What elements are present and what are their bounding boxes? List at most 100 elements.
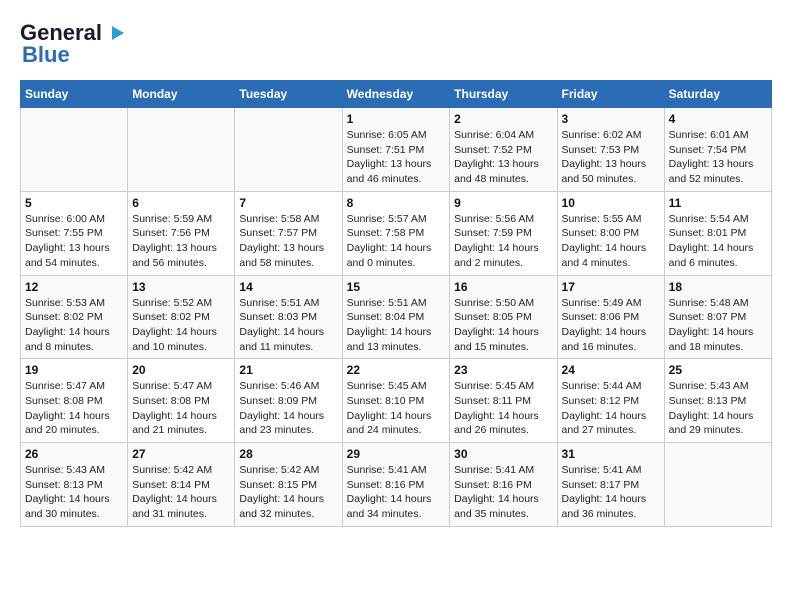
day-cell-3-7: 18 Sunrise: 5:48 AM Sunset: 8:07 PM Dayli…	[664, 275, 771, 359]
day-number: 19	[25, 363, 123, 377]
day-number: 22	[347, 363, 446, 377]
day-cell-5-2: 27 Sunrise: 5:42 AM Sunset: 8:14 PM Dayli…	[128, 443, 235, 527]
day-number: 25	[669, 363, 767, 377]
day-cell-4-7: 25 Sunrise: 5:43 AM Sunset: 8:13 PM Dayli…	[664, 359, 771, 443]
day-info: Sunrise: 5:51 AM Sunset: 8:03 PM Dayligh…	[239, 296, 337, 355]
day-cell-4-4: 22 Sunrise: 5:45 AM Sunset: 8:10 PM Dayli…	[342, 359, 450, 443]
day-cell-1-7: 4 Sunrise: 6:01 AM Sunset: 7:54 PM Daylig…	[664, 108, 771, 192]
day-info: Sunrise: 5:56 AM Sunset: 7:59 PM Dayligh…	[454, 212, 552, 271]
day-cell-5-7	[664, 443, 771, 527]
day-info: Sunrise: 5:47 AM Sunset: 8:08 PM Dayligh…	[25, 379, 123, 438]
day-info: Sunrise: 5:43 AM Sunset: 8:13 PM Dayligh…	[669, 379, 767, 438]
day-info: Sunrise: 5:54 AM Sunset: 8:01 PM Dayligh…	[669, 212, 767, 271]
day-number: 12	[25, 280, 123, 294]
day-number: 30	[454, 447, 552, 461]
day-number: 29	[347, 447, 446, 461]
day-info: Sunrise: 5:55 AM Sunset: 8:00 PM Dayligh…	[562, 212, 660, 271]
day-info: Sunrise: 6:00 AM Sunset: 7:55 PM Dayligh…	[25, 212, 123, 271]
day-number: 31	[562, 447, 660, 461]
day-number: 21	[239, 363, 337, 377]
day-cell-1-2	[128, 108, 235, 192]
week-row-1: 1Sunrise: 6:05 AM Sunset: 7:51 PM Daylig…	[21, 108, 772, 192]
column-header-monday: Monday	[128, 81, 235, 108]
day-info: Sunrise: 6:04 AM Sunset: 7:52 PM Dayligh…	[454, 128, 552, 187]
day-number: 13	[132, 280, 230, 294]
calendar-body: 1Sunrise: 6:05 AM Sunset: 7:51 PM Daylig…	[21, 108, 772, 527]
day-cell-4-6: 24Sunrise: 5:44 AM Sunset: 8:12 PM Dayli…	[557, 359, 664, 443]
day-info: Sunrise: 5:48 AM Sunset: 8:07 PM Dayligh…	[669, 296, 767, 355]
day-info: Sunrise: 5:52 AM Sunset: 8:02 PM Dayligh…	[132, 296, 230, 355]
day-cell-2-3: 7Sunrise: 5:58 AM Sunset: 7:57 PM Daylig…	[235, 191, 342, 275]
week-row-4: 19 Sunrise: 5:47 AM Sunset: 8:08 PM Dayli…	[21, 359, 772, 443]
day-cell-1-6: 3 Sunrise: 6:02 AM Sunset: 7:53 PM Daylig…	[557, 108, 664, 192]
day-cell-2-4: 8 Sunrise: 5:57 AM Sunset: 7:58 PM Daylig…	[342, 191, 450, 275]
day-number: 15	[347, 280, 446, 294]
day-info: Sunrise: 6:02 AM Sunset: 7:53 PM Dayligh…	[562, 128, 660, 187]
day-info: Sunrise: 5:41 AM Sunset: 8:16 PM Dayligh…	[454, 463, 552, 522]
day-number: 23	[454, 363, 552, 377]
page-header: General Blue	[20, 20, 772, 68]
day-info: Sunrise: 5:41 AM Sunset: 8:16 PM Dayligh…	[347, 463, 446, 522]
column-header-tuesday: Tuesday	[235, 81, 342, 108]
day-number: 10	[562, 196, 660, 210]
day-cell-3-5: 16Sunrise: 5:50 AM Sunset: 8:05 PM Dayli…	[450, 275, 557, 359]
day-cell-4-5: 23 Sunrise: 5:45 AM Sunset: 8:11 PM Dayli…	[450, 359, 557, 443]
day-info: Sunrise: 6:05 AM Sunset: 7:51 PM Dayligh…	[347, 128, 446, 187]
column-header-friday: Friday	[557, 81, 664, 108]
day-number: 18	[669, 280, 767, 294]
day-info: Sunrise: 5:44 AM Sunset: 8:12 PM Dayligh…	[562, 379, 660, 438]
day-cell-4-1: 19 Sunrise: 5:47 AM Sunset: 8:08 PM Dayli…	[21, 359, 128, 443]
day-number: 27	[132, 447, 230, 461]
day-cell-5-5: 30 Sunrise: 5:41 AM Sunset: 8:16 PM Dayli…	[450, 443, 557, 527]
day-number: 17	[562, 280, 660, 294]
day-cell-1-1	[21, 108, 128, 192]
day-number: 9	[454, 196, 552, 210]
day-cell-2-7: 11 Sunrise: 5:54 AM Sunset: 8:01 PM Dayli…	[664, 191, 771, 275]
day-number: 20	[132, 363, 230, 377]
day-number: 16	[454, 280, 552, 294]
day-info: Sunrise: 6:01 AM Sunset: 7:54 PM Dayligh…	[669, 128, 767, 187]
day-info: Sunrise: 5:51 AM Sunset: 8:04 PM Dayligh…	[347, 296, 446, 355]
week-row-5: 26 Sunrise: 5:43 AM Sunset: 8:13 PM Dayli…	[21, 443, 772, 527]
day-cell-3-4: 15 Sunrise: 5:51 AM Sunset: 8:04 PM Dayli…	[342, 275, 450, 359]
day-number: 4	[669, 112, 767, 126]
column-header-thursday: Thursday	[450, 81, 557, 108]
day-number: 28	[239, 447, 337, 461]
day-number: 14	[239, 280, 337, 294]
day-info: Sunrise: 5:45 AM Sunset: 8:11 PM Dayligh…	[454, 379, 552, 438]
day-number: 11	[669, 196, 767, 210]
day-cell-3-1: 12 Sunrise: 5:53 AM Sunset: 8:02 PM Dayli…	[21, 275, 128, 359]
day-cell-5-6: 31 Sunrise: 5:41 AM Sunset: 8:17 PM Dayli…	[557, 443, 664, 527]
day-info: Sunrise: 5:42 AM Sunset: 8:14 PM Dayligh…	[132, 463, 230, 522]
day-cell-3-6: 17 Sunrise: 5:49 AM Sunset: 8:06 PM Dayli…	[557, 275, 664, 359]
day-info: Sunrise: 5:53 AM Sunset: 8:02 PM Dayligh…	[25, 296, 123, 355]
day-info: Sunrise: 5:49 AM Sunset: 8:06 PM Dayligh…	[562, 296, 660, 355]
day-info: Sunrise: 5:43 AM Sunset: 8:13 PM Dayligh…	[25, 463, 123, 522]
day-cell-2-5: 9 Sunrise: 5:56 AM Sunset: 7:59 PM Daylig…	[450, 191, 557, 275]
day-number: 6	[132, 196, 230, 210]
day-info: Sunrise: 5:46 AM Sunset: 8:09 PM Dayligh…	[239, 379, 337, 438]
day-info: Sunrise: 5:45 AM Sunset: 8:10 PM Dayligh…	[347, 379, 446, 438]
day-cell-1-4: 1Sunrise: 6:05 AM Sunset: 7:51 PM Daylig…	[342, 108, 450, 192]
day-cell-3-3: 14 Sunrise: 5:51 AM Sunset: 8:03 PM Dayli…	[235, 275, 342, 359]
day-cell-4-2: 20Sunrise: 5:47 AM Sunset: 8:08 PM Dayli…	[128, 359, 235, 443]
day-number: 5	[25, 196, 123, 210]
week-row-3: 12 Sunrise: 5:53 AM Sunset: 8:02 PM Dayli…	[21, 275, 772, 359]
day-info: Sunrise: 5:59 AM Sunset: 7:56 PM Dayligh…	[132, 212, 230, 271]
day-info: Sunrise: 5:41 AM Sunset: 8:17 PM Dayligh…	[562, 463, 660, 522]
day-cell-2-6: 10 Sunrise: 5:55 AM Sunset: 8:00 PM Dayli…	[557, 191, 664, 275]
day-number: 3	[562, 112, 660, 126]
day-info: Sunrise: 5:57 AM Sunset: 7:58 PM Dayligh…	[347, 212, 446, 271]
day-info: Sunrise: 5:42 AM Sunset: 8:15 PM Dayligh…	[239, 463, 337, 522]
column-header-sunday: Sunday	[21, 81, 128, 108]
day-cell-2-1: 5 Sunrise: 6:00 AM Sunset: 7:55 PM Daylig…	[21, 191, 128, 275]
day-cell-1-5: 2Sunrise: 6:04 AM Sunset: 7:52 PM Daylig…	[450, 108, 557, 192]
logo: General Blue	[20, 20, 126, 68]
day-number: 8	[347, 196, 446, 210]
week-row-2: 5 Sunrise: 6:00 AM Sunset: 7:55 PM Daylig…	[21, 191, 772, 275]
day-number: 26	[25, 447, 123, 461]
day-cell-5-1: 26 Sunrise: 5:43 AM Sunset: 8:13 PM Dayli…	[21, 443, 128, 527]
day-cell-1-3	[235, 108, 342, 192]
day-cell-5-3: 28 Sunrise: 5:42 AM Sunset: 8:15 PM Dayli…	[235, 443, 342, 527]
day-info: Sunrise: 5:58 AM Sunset: 7:57 PM Dayligh…	[239, 212, 337, 271]
